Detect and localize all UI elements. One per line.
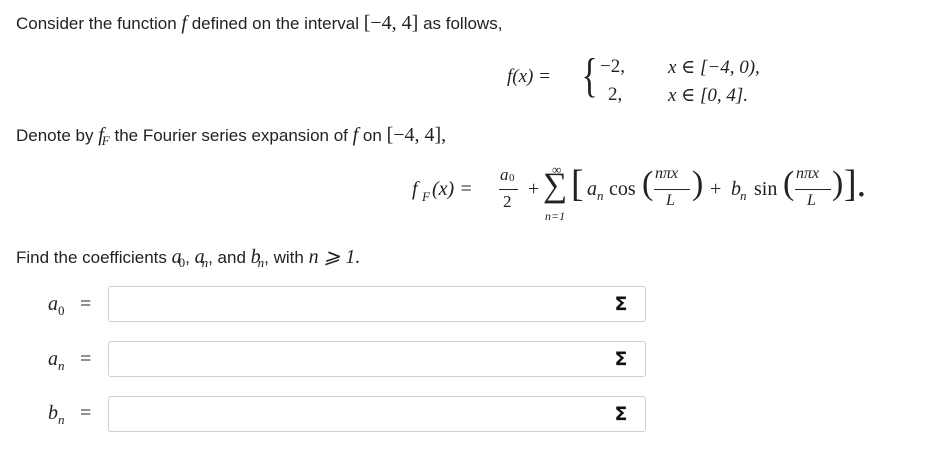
find-line: Find the coefficients a0, an, and bn, wi… [16, 246, 361, 271]
sigma-icon[interactable]: Σ [611, 294, 631, 314]
answer-a0-sub: 0 [58, 303, 65, 318]
plus-sign-2: + [710, 178, 722, 200]
cos-text: cos [609, 178, 636, 200]
bn-term-sub: n [740, 188, 747, 203]
sum-sign: ∑ [543, 167, 568, 204]
answer-bn-sub: n [58, 412, 65, 427]
bracket-close: ]. [844, 163, 867, 205]
answer-a0-equals: = [80, 293, 92, 315]
answer-an-label: a [48, 348, 58, 370]
cos-paren-close: ) [692, 165, 704, 202]
series-lhs-sub: F [422, 189, 430, 204]
an-term-sub: n [597, 188, 604, 203]
answer-bn-input[interactable] [108, 396, 646, 432]
series-formula: f F (x) = a 0 2 + ∞ ∑ n=1 [ a n cos ( nπ… [0, 0, 928, 240]
sum-bottom: n=1 [545, 209, 566, 223]
series-lhs: f [412, 178, 418, 200]
plus-sign: + [528, 178, 540, 200]
a0-numerator: a [500, 165, 509, 184]
sigma-icon[interactable]: Σ [611, 404, 631, 424]
answer-bn-equals: = [80, 402, 92, 424]
find-prefix: Find the coefficients [16, 248, 167, 267]
sin-paren-close: ) [832, 165, 844, 202]
sin-fraction-line [795, 189, 831, 190]
a0-fraction-line [499, 189, 518, 190]
sin-arg-numerator: nπx [796, 165, 820, 182]
find-cond: n ⩾ 1. [308, 246, 361, 268]
find-an-sub: n [201, 255, 209, 271]
series-lhs-arg: (x) = [432, 178, 473, 200]
a0-numerator-sub: 0 [509, 172, 515, 184]
answer-an-input[interactable] [108, 341, 646, 377]
answer-bn-label: b [48, 402, 58, 424]
cos-fraction-line [654, 189, 690, 190]
sin-paren-open: ( [783, 165, 795, 202]
answer-an-equals: = [80, 348, 92, 370]
cos-arg-denominator: L [666, 192, 675, 209]
find-and: and [217, 248, 246, 267]
answer-a0-input[interactable] [108, 286, 646, 322]
cos-paren-open: ( [642, 165, 654, 202]
an-term: a [587, 178, 597, 200]
find-a0-sub: 0 [178, 255, 186, 271]
a0-denominator: 2 [503, 192, 512, 211]
answer-a0-label: a [48, 293, 58, 315]
bracket-open: [ [571, 163, 584, 205]
find-suffix: , with [264, 248, 304, 267]
sigma-icon[interactable]: Σ [611, 349, 631, 369]
sin-text: sin [754, 178, 778, 200]
cos-arg-numerator: nπx [655, 165, 679, 182]
sin-arg-denominator: L [807, 192, 816, 209]
answer-an-sub: n [58, 358, 65, 373]
